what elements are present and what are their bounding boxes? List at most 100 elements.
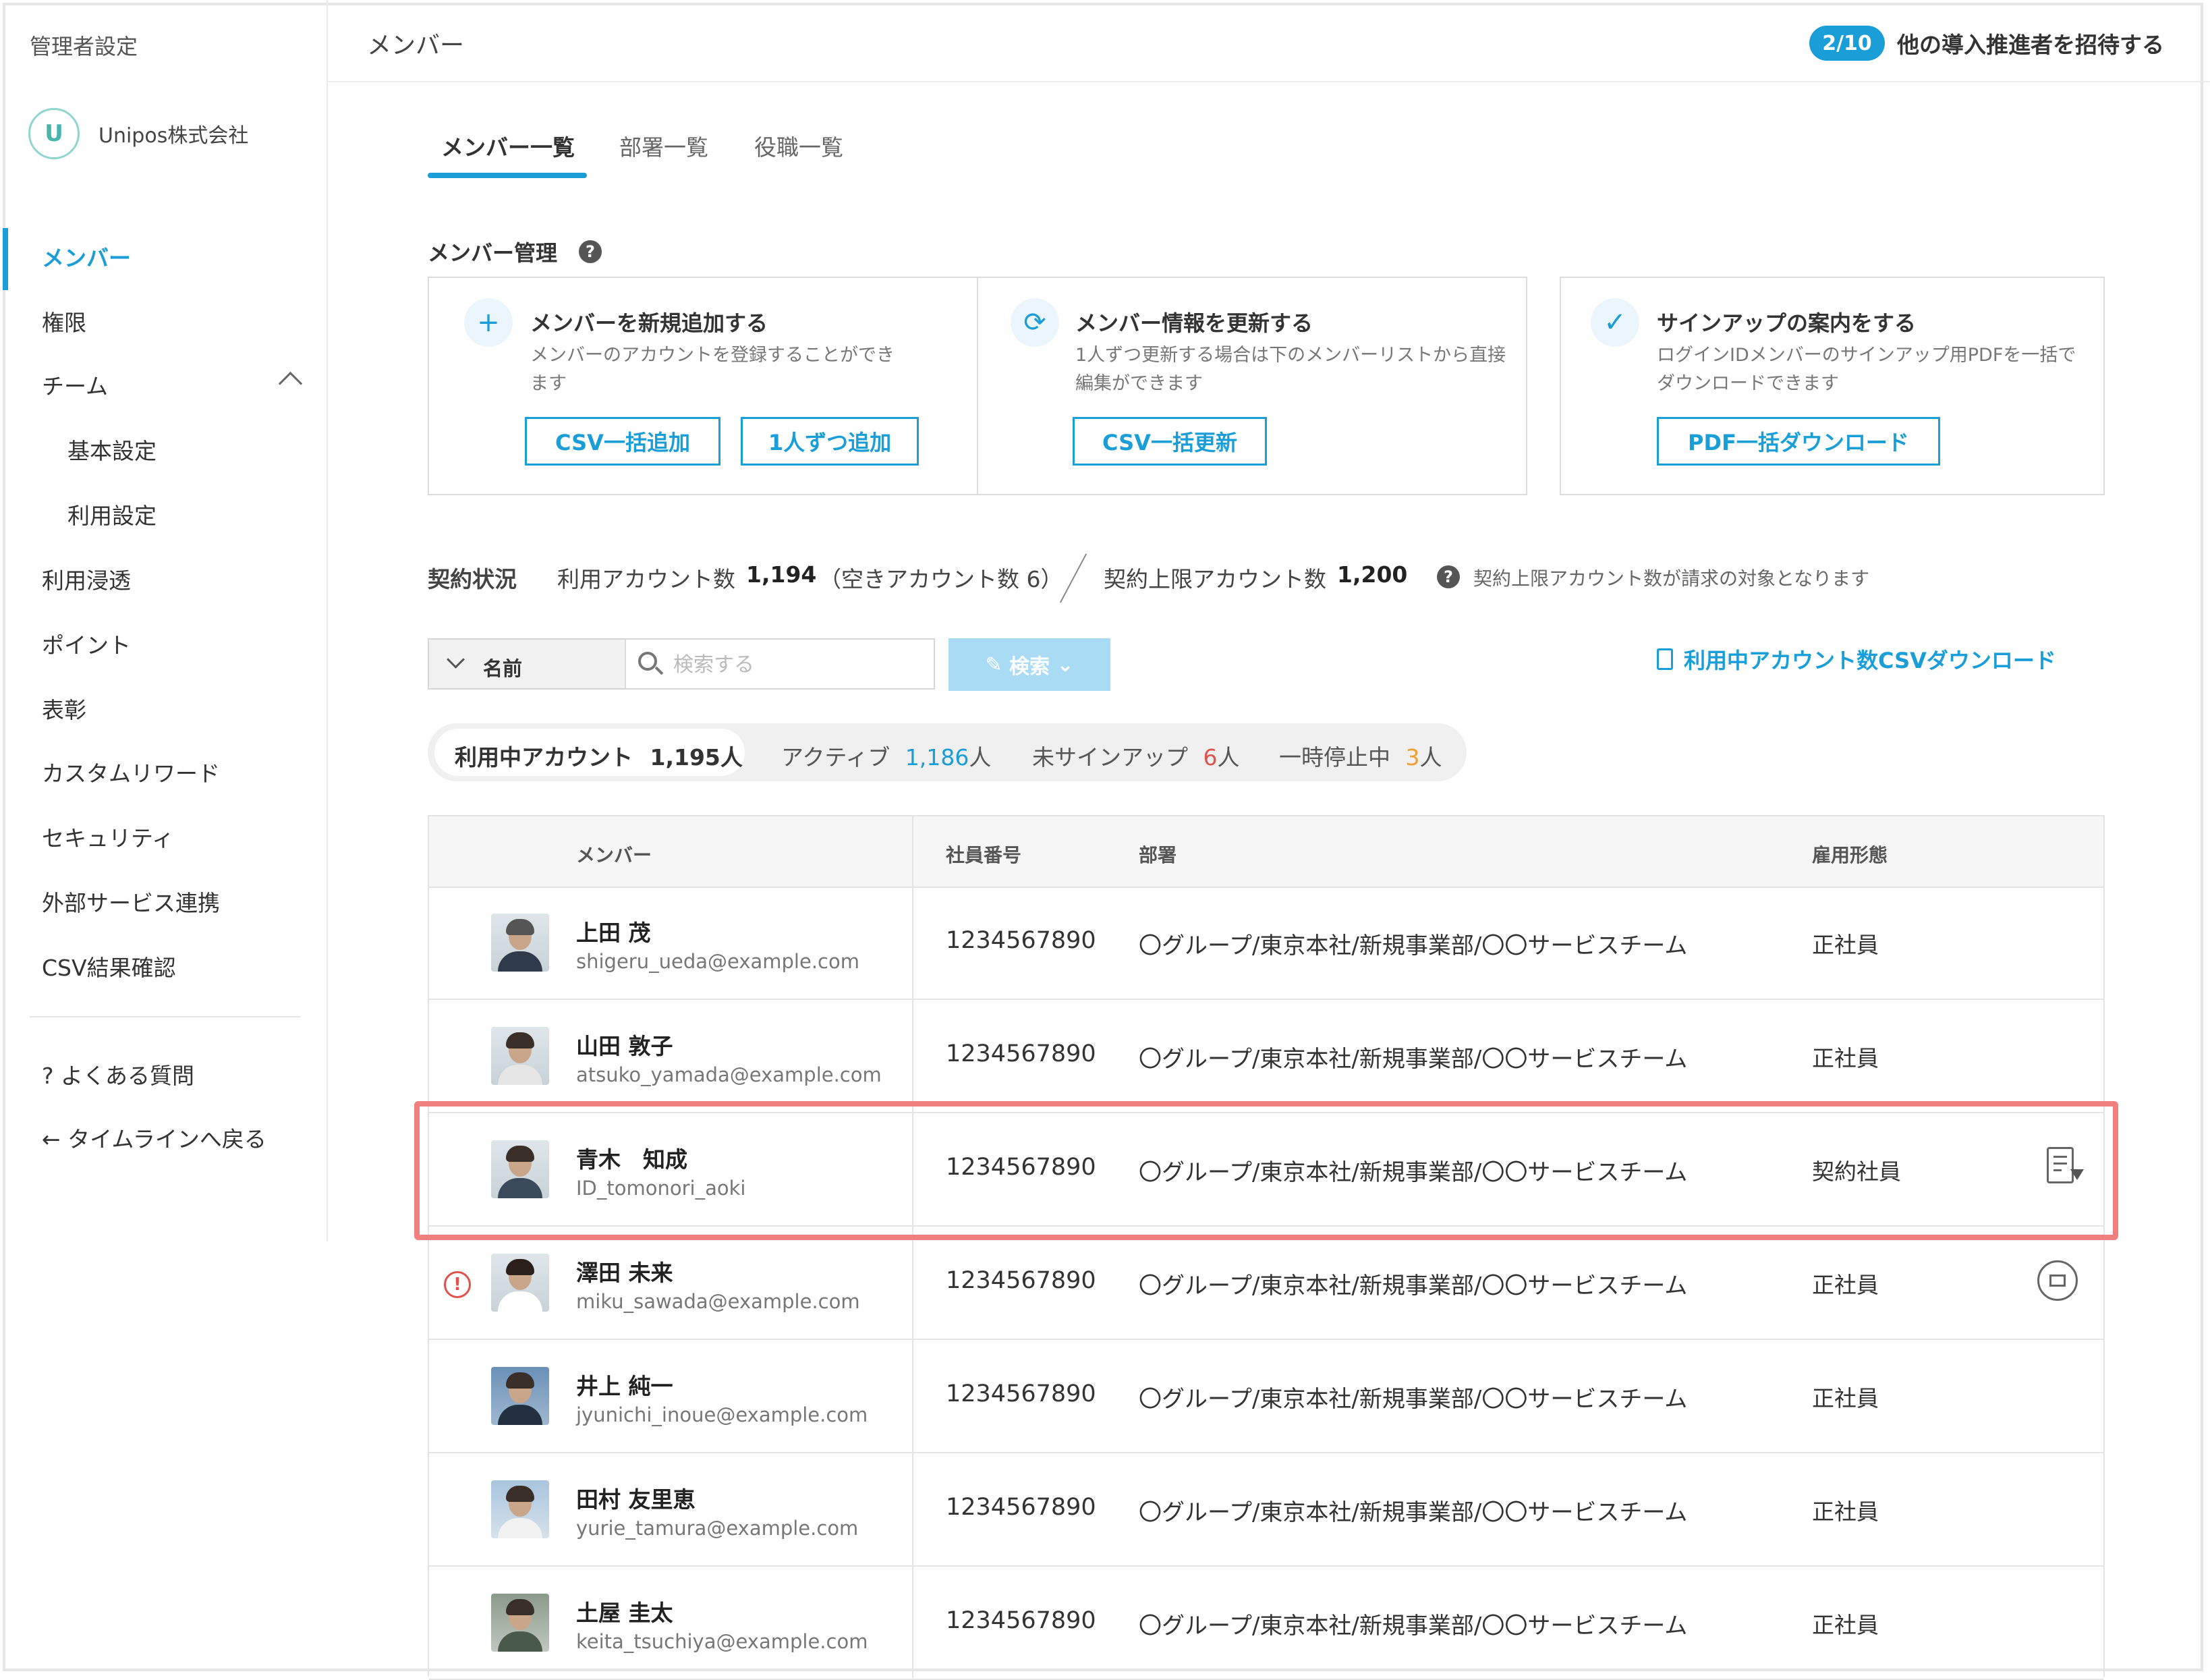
search-box: 名前: [428, 638, 935, 690]
employee-id: 1234567890: [946, 1380, 1096, 1407]
status-filter: 利用中アカウント 1,195人 アクティブ 1,186人 未サインアップ 6人 …: [428, 723, 1467, 781]
warning-icon: !: [444, 1271, 471, 1298]
sidebar-item-integrations[interactable]: 外部サービス連携: [42, 885, 220, 918]
pdf-download-icon[interactable]: [2047, 1147, 2084, 1183]
sidebar-item-csv-results[interactable]: CSV結果確認: [42, 950, 176, 982]
search-icon-handle: [654, 666, 664, 675]
sidebar-item-basic-settings[interactable]: 基本設定: [67, 433, 157, 466]
member-management-label: メンバー管理: [428, 240, 558, 266]
contract-status-label: 契約状況: [428, 566, 517, 592]
employee-id: 1234567890: [946, 1267, 1096, 1294]
sidebar-item-points[interactable]: ポイント: [42, 627, 131, 660]
active-indicator: [3, 228, 8, 290]
resend-invite-icon[interactable]: [2037, 1260, 2078, 1301]
used-accounts-count: 1,194: [746, 561, 817, 588]
back-to-timeline-link[interactable]: ← タイムラインへ戻る: [42, 1121, 266, 1154]
org-info: U Unipos株式会社: [28, 108, 248, 159]
department: 〇グループ/東京本社/新規事業部/〇〇サービスチーム: [1139, 1613, 1688, 1640]
csv-bulk-add-button[interactable]: CSV一括追加: [525, 417, 720, 466]
employment-type: 正社員: [1812, 1385, 1879, 1411]
member-name: 上田 茂: [576, 920, 651, 946]
free-accounts: （空きアカウント数 6）: [819, 566, 1063, 592]
employee-id: 1234567890: [946, 1040, 1096, 1067]
sidebar-item-member[interactable]: メンバー: [42, 240, 131, 273]
filter-unit: 人: [1217, 744, 1240, 771]
table-row[interactable]: 山田 敦子 atsuko_yamada@example.com 12345678…: [429, 1000, 2103, 1113]
header-member: メンバー: [576, 844, 652, 866]
search-field-label: 名前: [483, 657, 523, 680]
sidebar-divider: [30, 1016, 301, 1017]
department: 〇グループ/東京本社/新規事業部/〇〇サービスチーム: [1139, 1046, 1688, 1073]
tab-position-list[interactable]: 役職一覧: [754, 130, 843, 162]
tab-member-list[interactable]: メンバー一覧: [441, 130, 575, 162]
filter-active-label: アクティブ: [781, 744, 890, 771]
search-field-select[interactable]: 名前: [429, 640, 626, 688]
sidebar-item-team[interactable]: チーム: [42, 368, 108, 401]
plus-icon: +: [464, 298, 513, 347]
employment-type: 正社員: [1812, 1045, 1879, 1071]
limit-accounts-count: 1,200: [1337, 561, 1408, 588]
search-input[interactable]: [672, 646, 924, 683]
invite-promoter-link[interactable]: 他の導入推進者を招待する: [1897, 27, 2164, 59]
employment-type: 正社員: [1812, 1499, 1879, 1525]
header-employment-type: 雇用形態: [1812, 844, 1888, 866]
sidebar-item-permission[interactable]: 権限: [42, 305, 86, 337]
employee-id: 1234567890: [946, 927, 1096, 954]
chevron-up-icon[interactable]: [278, 371, 303, 396]
csv-bulk-update-button[interactable]: CSV一括更新: [1073, 417, 1267, 466]
sidebar-item-custom-reward[interactable]: カスタムリワード: [42, 756, 220, 788]
search-button[interactable]: ✎ 検索 ⌄: [948, 638, 1110, 691]
department: 〇グループ/東京本社/新規事業部/〇〇サービスチーム: [1139, 932, 1688, 959]
filter-unsigned[interactable]: 未サインアップ 6人: [1032, 739, 1240, 772]
faq-link[interactable]: ? よくある質問: [42, 1058, 194, 1090]
filter-paused[interactable]: 一時停止中 3人: [1279, 739, 1442, 772]
update-member-desc: 1人ずつ更新する場合は下のメンバーリストから直接編集ができます: [1075, 345, 1506, 394]
avatar: [491, 1254, 549, 1312]
employment-type: 正社員: [1812, 1272, 1879, 1298]
org-logo-icon: U: [28, 108, 80, 159]
table-row[interactable]: 井上 純一 jyunichi_inoue@example.com 1234567…: [429, 1340, 2103, 1453]
help-icon[interactable]: ?: [579, 240, 602, 263]
member-email: keita_tsuchiya@example.com: [576, 1630, 868, 1653]
member-name: 土屋 圭太: [576, 1600, 673, 1626]
csv-download-label: 利用中アカウント数CSVダウンロード: [1684, 648, 2056, 673]
add-member-title: メンバーを新規追加する: [530, 310, 768, 336]
pdf-bulk-download-button[interactable]: PDF一括ダウンロード: [1657, 417, 1940, 466]
chevron-down-icon: [447, 650, 465, 669]
page-title: メンバー: [367, 32, 465, 59]
filter-paused-count: 3: [1405, 744, 1420, 771]
avatar: [491, 1594, 549, 1652]
filter-unsigned-count: 6: [1203, 744, 1218, 771]
pencil-icon: ✎: [985, 652, 1009, 677]
member-email: shigeru_ueda@example.com: [576, 950, 859, 973]
add-one-by-one-button[interactable]: 1人ずつ追加: [741, 417, 919, 466]
filter-unsigned-label: 未サインアップ: [1032, 744, 1188, 771]
avatar: [491, 1027, 549, 1085]
sidebar-item-usage-settings[interactable]: 利用設定: [67, 498, 157, 530]
table-row[interactable]: 上田 茂 shigeru_ueda@example.com 1234567890…: [429, 887, 2103, 1000]
filter-in-use[interactable]: 利用中アカウント 1,195人: [455, 739, 743, 772]
question-icon[interactable]: ?: [1437, 565, 1460, 588]
filter-active[interactable]: アクティブ 1,186人: [781, 739, 991, 772]
filter-unit: 人: [1419, 744, 1442, 771]
sidebar: 管理者設定 U Unipos株式会社 メンバー 権限 チーム 基本設定 利用設定…: [0, 0, 328, 1241]
table-row[interactable]: 青木 知成 ID_tomonori_aoki 1234567890 〇グループ/…: [429, 1113, 2103, 1227]
sidebar-item-awards[interactable]: 表彰: [42, 692, 86, 725]
sidebar-item-adoption[interactable]: 利用浸透: [42, 563, 131, 595]
tab-underline: [428, 173, 587, 178]
avatar: [491, 914, 549, 972]
member-name: 井上 純一: [576, 1373, 673, 1399]
member-table: メンバー 社員番号 部署 雇用形態 上田 茂 shigeru_ueda@exam…: [428, 815, 2105, 1680]
update-member-title: メンバー情報を更新する: [1075, 310, 1313, 336]
member-email: atsuko_yamada@example.com: [576, 1063, 882, 1086]
card-divider: [977, 278, 978, 494]
csv-download-link[interactable]: 利用中アカウント数CSVダウンロード: [1657, 644, 2056, 675]
table-row[interactable]: 田村 友里恵 yurie_tamura@example.com 12345678…: [429, 1453, 2103, 1567]
tab-department-list[interactable]: 部署一覧: [619, 130, 708, 162]
sidebar-item-security[interactable]: セキュリティ: [42, 820, 174, 853]
table-row[interactable]: 土屋 圭太 keita_tsuchiya@example.com 1234567…: [429, 1567, 2103, 1680]
filter-paused-label: 一時停止中: [1279, 744, 1390, 771]
signup-guide-desc: ログインIDメンバーのサインアップ用PDFを一括でダウンロードできます: [1657, 345, 2076, 394]
table-row[interactable]: ! 澤田 未来 miku_sawada@example.com 12345678…: [429, 1227, 2103, 1340]
department: 〇グループ/東京本社/新規事業部/〇〇サービスチーム: [1139, 1499, 1688, 1526]
